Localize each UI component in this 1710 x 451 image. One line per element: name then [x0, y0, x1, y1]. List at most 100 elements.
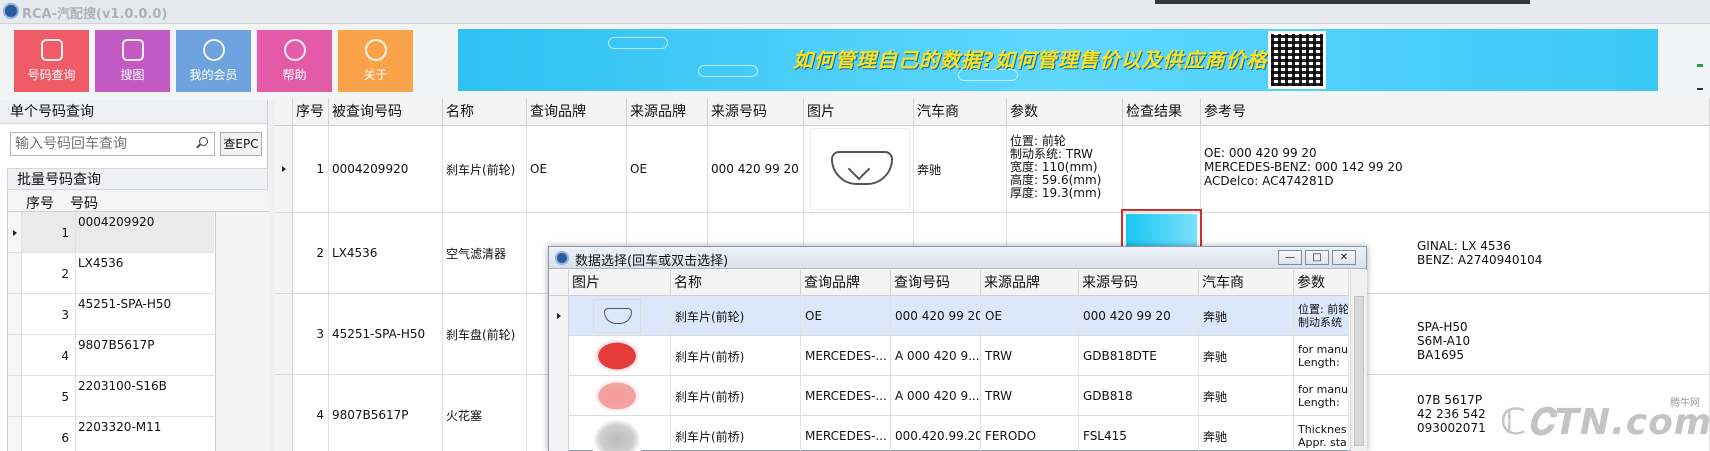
column-image: 图片 [569, 270, 671, 296]
row-index: 1 [22, 212, 76, 252]
document-search-icon [40, 39, 63, 61]
window-title: RCA-汽配搜(v1.0.0.0) [22, 7, 168, 22]
row-indicator [275, 375, 293, 451]
cell-query-number: 000.420.99.20 [891, 416, 981, 451]
dialog-title-bar[interactable]: 数据选择(回车或双击选择) — □ ✕ [549, 247, 1366, 269]
row-indicator [549, 376, 569, 416]
number-search-input[interactable] [10, 132, 215, 156]
row-index: 5 [22, 376, 76, 416]
column-maker: 汽车商 [1199, 270, 1294, 296]
user-icon [202, 39, 225, 61]
site-watermark: 腾牛网 ℂ𝐂TN.com [1500, 392, 1710, 451]
row-code: LX4536 [78, 256, 124, 270]
batch-row[interactable]: 2 LX4536 [8, 253, 214, 294]
row-indicator [549, 336, 569, 376]
row-indicator [8, 212, 22, 252]
question-icon [283, 39, 306, 61]
cell-query-brand: OE [801, 296, 891, 336]
cell-query-brand: MERCEDES-... [801, 336, 891, 376]
table-row[interactable]: 1 0004209920 刹车片(前轮) OE OE 000 420 99 20… [275, 126, 1710, 213]
row-code: 45251-SPA-H50 [78, 297, 172, 311]
cell-query-brand: MERCEDES-... [801, 416, 891, 451]
my-members-label: 我的会员 [189, 68, 238, 82]
close-button[interactable]: ✕ [1332, 250, 1356, 265]
row-indicator [549, 416, 569, 451]
help-button[interactable]: 帮助 [257, 30, 332, 92]
brake-pad-image [593, 419, 641, 451]
cell-source-number: 000 420 99 20 [1079, 296, 1199, 336]
column-image: 图片 [804, 98, 914, 126]
dialog-scrollbar[interactable] [1350, 270, 1367, 451]
batch-grid-header: 序号 号码 [8, 190, 269, 212]
reference-line: BA1695 [1417, 348, 1464, 362]
scrollbar-thumb[interactable] [1354, 296, 1364, 446]
row-code: 0004209920 [78, 215, 155, 229]
cell-image [569, 416, 671, 451]
left-query-panel: 单个号码查询 查EPC 批量号码查询 序号 号码 1 0004209920 2 … [0, 100, 269, 451]
cell-query-number: 9807B5617P [329, 375, 443, 451]
dialog-row[interactable]: 刹车片(前轮) OE 000 420 99 20 OE 000 420 99 2… [549, 296, 1349, 336]
reference-line: S6M-A10 [1417, 334, 1471, 348]
batch-number-grid: 序号 号码 1 0004209920 2 LX4536 3 45251-SPA-… [7, 190, 269, 451]
dialog-row[interactable]: 刹车片(前桥) MERCEDES-... 000.420.99.20 FEROD… [549, 416, 1349, 451]
reference-line: ACDelco: AC474281D [1204, 174, 1334, 188]
number-query-button[interactable]: 号码查询 [14, 30, 89, 92]
param-line: Length: [1298, 356, 1340, 369]
batch-row[interactable]: 4 9807B5617P [8, 335, 214, 376]
cell-source-brand: TRW [981, 336, 1079, 376]
toolbar: 号码查询 搜图 我的会员 帮助 关于 如何管理自己的数据?如何管理售价以及供应商… [0, 24, 1710, 100]
brake-pad-image [810, 128, 910, 210]
batch-row[interactable]: 5 2203100-S16B [8, 376, 214, 417]
edge-mark [1697, 64, 1703, 67]
cell-name: 刹车片(前轮) [671, 296, 801, 336]
search-icon[interactable] [199, 137, 208, 146]
column-maker: 汽车商 [914, 98, 1007, 126]
row-indicator [275, 294, 293, 374]
row-indicator [275, 213, 293, 293]
check-epc-button[interactable]: 查EPC [220, 132, 262, 156]
row-indicator [549, 296, 569, 336]
cell-maker: 奔驰 [1199, 296, 1294, 336]
row-indicator [8, 376, 22, 416]
dialog-row[interactable]: 刹车片(前桥) MERCEDES-... A 000 420 9... TRW … [549, 376, 1349, 416]
maximize-button[interactable]: □ [1305, 250, 1329, 265]
cell-query-number: 0004209920 [329, 126, 443, 212]
column-reference: 参考号 [1201, 98, 1710, 126]
help-label: 帮助 [282, 68, 307, 82]
qr-code-icon [1268, 31, 1326, 89]
column-source-brand: 来源品牌 [627, 98, 708, 126]
single-query-title: 单个号码查询 [0, 100, 267, 124]
dialog-title: 数据选择(回车或双击选择) [575, 254, 729, 269]
row-index: 3 [22, 294, 76, 334]
header-indicator [549, 270, 569, 296]
cell-name: 刹车片(前桥) [671, 416, 801, 451]
image-search-icon [121, 39, 144, 61]
cell-source-brand: TRW [981, 376, 1079, 416]
cell-source-brand: OE [981, 296, 1079, 336]
ad-banner[interactable]: 如何管理自己的数据?如何管理售价以及供应商价格? [458, 29, 1658, 91]
cell-query-number: 45251-SPA-H50 [329, 294, 443, 374]
minimize-button[interactable]: — [1278, 250, 1302, 265]
about-label: 关于 [363, 68, 388, 82]
app-logo-icon [555, 251, 569, 265]
dialog-row[interactable]: 刹车片(前桥) MERCEDES-... A 000 420 9... TRW … [549, 336, 1349, 376]
column-name: 名称 [671, 270, 801, 296]
image-search-button[interactable]: 搜图 [95, 30, 170, 92]
reference-line: BENZ: A2740940104 [1417, 253, 1543, 267]
banner-text: 如何管理自己的数据?如何管理售价以及供应商价格? [793, 48, 1281, 72]
reference-line: OE: 000 420 99 20 [1204, 146, 1317, 160]
cell-params: 位置: 前轮 制动系统 [1294, 296, 1349, 336]
grid-empty-area [215, 212, 269, 451]
cell-query-number: A 000 420 9... [891, 376, 981, 416]
cell-query-number: 000 420 99 20 [891, 296, 981, 336]
cell-params: Thicknes Appr. sta [1294, 416, 1349, 451]
batch-row[interactable]: 6 2203320-M11 [8, 417, 214, 451]
batch-row[interactable]: 1 0004209920 [8, 212, 214, 253]
param-line: 制动系统 [1298, 316, 1342, 329]
reference-line: MERCEDES-BENZ: 000 142 99 20 [1204, 160, 1403, 174]
my-members-button[interactable]: 我的会员 [176, 30, 251, 92]
batch-row[interactable]: 3 45251-SPA-H50 [8, 294, 214, 335]
param-line: for manu [1298, 383, 1349, 396]
about-button[interactable]: 关于 [338, 30, 413, 92]
cell-source-number: FSL415 [1079, 416, 1199, 451]
